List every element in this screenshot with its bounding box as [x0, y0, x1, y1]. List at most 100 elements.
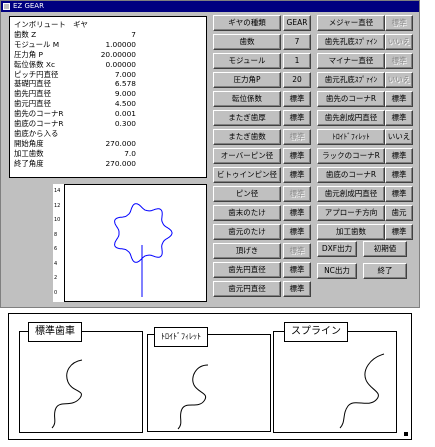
trochoid-fillet-card: ﾄﾛｲﾄﾞﾌｨﾚｯﾄ: [147, 327, 271, 432]
param-value-button[interactable]: 7: [283, 34, 311, 50]
param-value-button[interactable]: 標準: [283, 167, 311, 183]
param-button[interactable]: 歯先円直径: [213, 262, 281, 278]
param-button[interactable]: ラックのコーナR: [317, 148, 385, 164]
exit-button[interactable]: 終了: [363, 263, 407, 279]
scroll-corner-mark: [404, 432, 408, 436]
info-label: 歯底から入る: [14, 128, 59, 138]
param-button[interactable]: 歯底のコーナR: [317, 167, 385, 183]
nc-output-button[interactable]: NC出力: [317, 263, 357, 279]
param-value-button[interactable]: 標準: [283, 243, 311, 259]
info-label: 基礎円直径: [14, 79, 51, 89]
info-row: 基礎円直径 6.578: [14, 79, 204, 88]
ruler-tick-label: 4: [54, 260, 58, 267]
param-value-button[interactable]: 標準: [385, 110, 413, 126]
param-value-button[interactable]: いいえ: [385, 129, 413, 145]
param-button[interactable]: 歯先創成円直径: [317, 110, 385, 126]
param-button[interactable]: ﾄﾛｲﾄﾞﾌｨﾚｯﾄ: [317, 129, 385, 145]
param-button[interactable]: 加工歯数: [317, 224, 385, 240]
info-label: 歯先円直径: [14, 89, 51, 99]
ruler-tick-label: 8: [54, 231, 58, 238]
dxf-output-button[interactable]: DXF出力: [317, 241, 357, 257]
info-value: 270.000: [105, 158, 136, 168]
param-value-button[interactable]: 標準: [283, 262, 311, 278]
trochoid-fillet-curve: [177, 364, 209, 430]
window-title: EZ GEAR: [13, 2, 44, 10]
param-value-button[interactable]: 標準: [283, 148, 311, 164]
param-button[interactable]: またぎ歯数: [213, 129, 281, 145]
param-button[interactable]: 歯数: [213, 34, 281, 50]
info-label: 圧力角 P: [14, 49, 43, 59]
info-value: 0.00000: [105, 59, 136, 69]
param-button[interactable]: メジャー直径: [317, 15, 385, 31]
param-value-button[interactable]: 1: [283, 53, 311, 69]
ruler-tick-label: 6: [54, 246, 58, 252]
param-button[interactable]: またぎ歯厚: [213, 110, 281, 126]
param-button[interactable]: 歯元のたけ: [213, 224, 281, 240]
param-value-button[interactable]: 標準: [283, 205, 311, 221]
param-value-button[interactable]: 標準: [385, 167, 413, 183]
info-label: インボリュート ギヤ: [14, 20, 88, 29]
vertical-ruler: 14 12 10 8 6 4 2 0: [53, 184, 65, 302]
param-button[interactable]: アプローチ方向: [317, 205, 385, 221]
param-value-button[interactable]: 標準: [385, 186, 413, 202]
initial-value-button[interactable]: 初期値: [363, 241, 407, 257]
param-button[interactable]: 歯元創成円直径: [317, 186, 385, 202]
param-value-button[interactable]: GEAR: [283, 15, 311, 31]
param-button[interactable]: 頂げき: [213, 243, 281, 259]
param-value-button[interactable]: 標準: [283, 129, 311, 145]
param-button[interactable]: 歯先孔底ｽﾌﾟｧｲﾝ: [317, 34, 385, 50]
ruler-tick-label: 0: [54, 289, 58, 296]
info-row: ピッチ円直径 7.000: [14, 70, 204, 79]
param-value-button[interactable]: 標準: [385, 148, 413, 164]
info-value: 20.00000: [100, 49, 136, 59]
main-window: EZ GEAR インボリュート ギヤ 歯数 Z 7 モジュール M 1.00000 圧力角…: [0, 0, 420, 308]
param-value-button[interactable]: 20: [283, 72, 311, 88]
spline-curve-path: [339, 353, 385, 429]
param-value-button[interactable]: 標準: [283, 186, 311, 202]
param-value-button[interactable]: 標準: [385, 15, 413, 31]
param-button[interactable]: マイナー直径: [317, 53, 385, 69]
ruler-tick-label: 14: [54, 188, 61, 194]
info-label: 開始角度: [14, 138, 44, 148]
param-value-button[interactable]: 標準: [385, 224, 413, 240]
param-value-button[interactable]: 標準: [283, 110, 311, 126]
param-value-button[interactable]: いいえ: [385, 72, 413, 88]
info-value: 4.500: [114, 99, 136, 109]
info-value: 1.00000: [105, 39, 136, 49]
info-label: 歯底のコーナR: [14, 119, 64, 128]
info-row: 歯先のコーナR 0.001: [14, 109, 204, 118]
param-value-button[interactable]: 標準: [385, 53, 413, 69]
param-button[interactable]: モジュール: [213, 53, 281, 69]
param-button[interactable]: 圧力角P: [213, 72, 281, 88]
gear-outline: [114, 203, 173, 263]
info-label: 転位係数 Xc: [14, 59, 56, 69]
info-row: モジュール M 1.00000: [14, 40, 204, 49]
info-row: 加工歯数 7.0: [14, 149, 204, 158]
info-row: インボリュート ギヤ: [14, 20, 204, 29]
param-button[interactable]: 歯元孔底ｽﾌﾟｧｲﾝ: [317, 72, 385, 88]
param-button[interactable]: 転位係数: [213, 91, 281, 107]
param-value-button[interactable]: 歯元: [385, 205, 413, 221]
param-button[interactable]: 歯末のたけ: [213, 205, 281, 221]
spline-curve: [339, 353, 385, 429]
param-value-button[interactable]: いいえ: [385, 34, 413, 50]
info-value: 270.000: [105, 138, 136, 148]
param-value-button[interactable]: 標準: [385, 91, 413, 107]
param-value-button[interactable]: 標準: [283, 91, 311, 107]
ruler-tick-label: 2: [54, 275, 58, 281]
title-bar: EZ GEAR: [1, 1, 419, 12]
param-value-button[interactable]: 標準: [283, 224, 311, 240]
param-button[interactable]: オーバーピン径: [213, 148, 281, 164]
param-button[interactable]: 歯元円直径: [213, 281, 281, 297]
info-value: 6.578: [114, 79, 136, 89]
standard-curve-path: [51, 359, 83, 429]
info-label: 歯先のコーナR: [14, 109, 64, 119]
info-row: 開始角度 270.000: [14, 139, 204, 148]
param-value-button[interactable]: 標準: [283, 281, 311, 297]
param-button[interactable]: 歯先のコーナR: [317, 91, 385, 107]
info-row: 終了角度 270.000: [14, 159, 204, 168]
param-button[interactable]: ギヤの種類: [213, 15, 281, 31]
param-button[interactable]: ビトゥインピン径: [213, 167, 281, 183]
info-row: 圧力角 P 20.00000: [14, 50, 204, 59]
param-button[interactable]: ピン径: [213, 186, 281, 202]
